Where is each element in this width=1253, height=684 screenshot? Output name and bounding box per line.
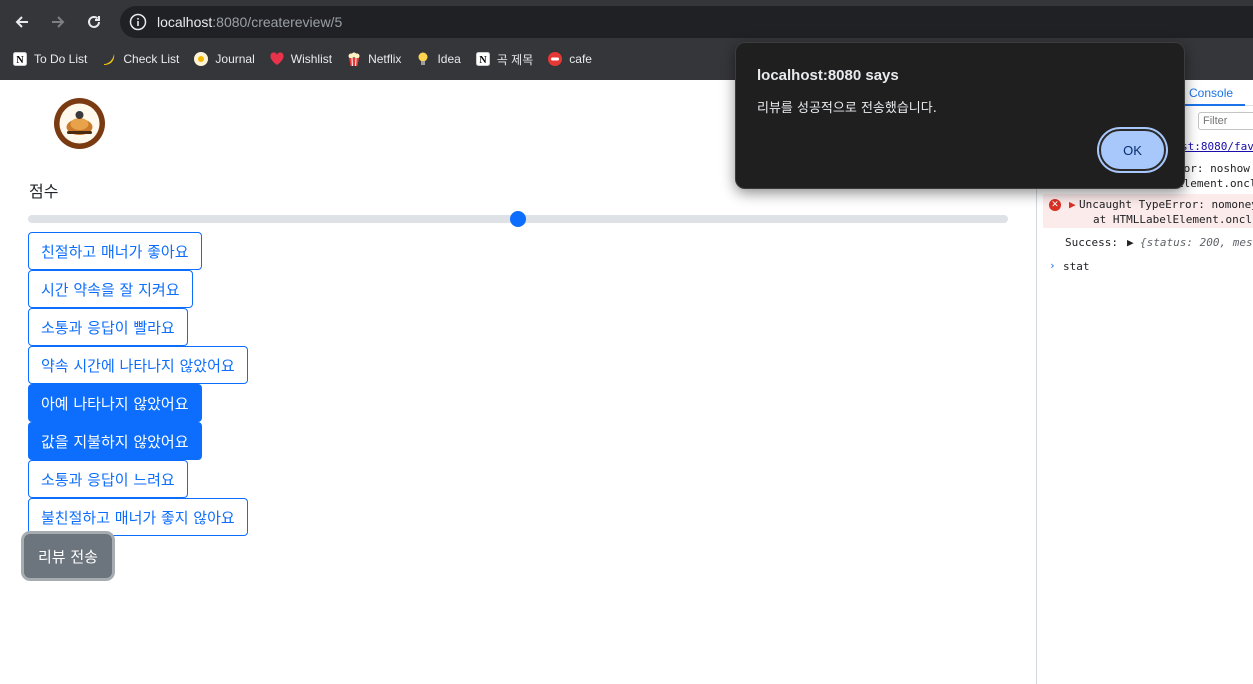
- tag-no-show[interactable]: 아예 나타나지 않았어요: [28, 384, 202, 422]
- arrow-left-icon: [15, 16, 28, 28]
- lightbulb-icon: [415, 51, 431, 67]
- heart-icon: [269, 51, 285, 67]
- tag-kind-manner[interactable]: 친절하고 매너가 좋아요: [28, 232, 202, 270]
- score-slider[interactable]: [28, 211, 1008, 227]
- console-input[interactable]: stat: [1063, 260, 1090, 273]
- notion-icon: N: [475, 51, 491, 67]
- score-label: 점수: [29, 182, 59, 201]
- console-error-text: Uncaught TypeError: nomoney: [1079, 198, 1253, 211]
- bookmark-cafe[interactable]: cafe: [543, 45, 600, 73]
- expand-arrow-icon[interactable]: ▶: [1127, 236, 1134, 249]
- forward-button[interactable]: [44, 8, 72, 36]
- bookmark-netflix[interactable]: Netflix: [342, 45, 409, 73]
- tag-rude[interactable]: 불친절하고 매너가 좋지 않아요: [28, 498, 248, 536]
- reload-icon: [88, 15, 100, 28]
- bookmark-idea[interactable]: Idea: [411, 45, 468, 73]
- tag-punctual[interactable]: 시간 약속을 잘 지켜요: [28, 270, 193, 308]
- tag-late[interactable]: 약속 시간에 나타나지 않았어요: [28, 346, 248, 384]
- dialog-title: localhost:8080 says: [757, 67, 899, 84]
- arrow-right-icon: [52, 16, 65, 28]
- score-slider-thumb[interactable]: [510, 211, 526, 227]
- cafe-icon: [547, 51, 563, 67]
- logo: [54, 98, 105, 149]
- tab-underline: [1177, 104, 1245, 106]
- bookmark-wishlist[interactable]: Wishlist: [265, 45, 340, 73]
- reload-button[interactable]: [80, 8, 108, 36]
- console-line: Element.oncli: [1177, 177, 1253, 190]
- notion-icon: N: [12, 51, 28, 67]
- bookmark-song-title[interactable]: N 곡 제목: [471, 45, 541, 73]
- dialog-message: 리뷰를 성공적으로 전송했습니다.: [757, 101, 937, 116]
- console-success-object: {status: 200, mes: [1140, 236, 1253, 249]
- console-filter-input[interactable]: [1198, 112, 1253, 130]
- popcorn-icon: [346, 51, 362, 67]
- svg-text:N: N: [479, 55, 487, 66]
- console-prompt-icon: ›: [1049, 259, 1056, 272]
- ok-button[interactable]: OK: [1099, 129, 1166, 171]
- svg-text:N: N: [16, 55, 24, 66]
- back-button[interactable]: [8, 8, 36, 36]
- tag-slow-response[interactable]: 소통과 응답이 느려요: [28, 460, 188, 498]
- console-link[interactable]: st:8080/fav: [1181, 140, 1253, 153]
- alert-dialog: localhost:8080 says 리뷰를 성공적으로 전송했습니다. OK: [735, 42, 1185, 189]
- tag-no-payment[interactable]: 값을 지불하지 않았어요: [28, 422, 202, 460]
- tag-fast-response[interactable]: 소통과 응답이 빨라요: [28, 308, 188, 346]
- console-success-label: Success:: [1065, 236, 1118, 249]
- info-icon[interactable]: [129, 13, 147, 31]
- url-text: localhost:8080/createreview/5: [157, 14, 343, 30]
- bookmark-to-do-list[interactable]: N To Do List: [8, 45, 95, 73]
- egg-icon: [193, 51, 209, 67]
- bookmark-check-list[interactable]: Check List: [97, 45, 187, 73]
- address-bar[interactable]: localhost:8080/createreview/5: [120, 6, 1253, 38]
- submit-review-button[interactable]: 리뷰 전송: [24, 534, 112, 578]
- tab-console[interactable]: Console: [1189, 86, 1233, 100]
- banana-icon: [101, 51, 117, 67]
- console-error-trace: at HTMLLabelElement.oncli: [1093, 213, 1253, 226]
- bookmarks-bar: N To Do List Check List Journal Wishlist…: [0, 44, 602, 74]
- bookmark-journal[interactable]: Journal: [189, 45, 262, 73]
- console-line: ror: noshow: [1177, 162, 1250, 175]
- expand-arrow-icon[interactable]: ▶: [1069, 198, 1076, 211]
- error-icon: ✕: [1049, 199, 1061, 211]
